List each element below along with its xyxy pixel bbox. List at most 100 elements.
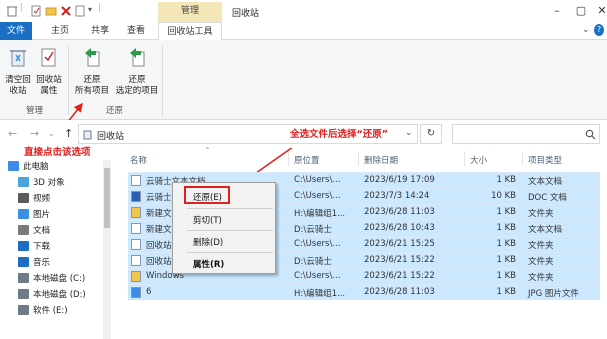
3d-objects-icon xyxy=(18,177,29,187)
column-header-type[interactable]: 项目类型 xyxy=(528,154,562,166)
context-menu-properties[interactable]: 属性(R) xyxy=(193,258,224,270)
file-date: 2023/6/28 10:43 xyxy=(364,223,435,233)
text-file-icon xyxy=(131,175,141,186)
word-file-icon xyxy=(131,191,141,202)
file-location: H:\编辑组1... xyxy=(294,289,346,299)
file-type: 文件夹 xyxy=(528,241,554,251)
file-size: 1 KB xyxy=(496,239,516,249)
pictures-icon xyxy=(18,209,29,219)
file-location: C:\Users\... xyxy=(294,239,341,249)
file-name: 6 xyxy=(146,287,152,297)
drive-icon xyxy=(18,305,29,315)
annotation-select-all-restore: 全选文件后选择“还原” xyxy=(290,129,388,140)
nav-item-label: 音乐 xyxy=(33,258,51,268)
nav-item-7[interactable]: 本地磁盘 (C:) xyxy=(18,270,85,286)
file-size: 1 KB xyxy=(496,287,516,297)
file-size: 1 KB xyxy=(496,207,516,217)
file-type: 文件夹 xyxy=(528,209,554,219)
downloads-icon xyxy=(18,241,29,251)
recent-locations-icon[interactable]: ⌄ xyxy=(48,129,55,138)
forward-button[interactable]: → xyxy=(30,127,39,140)
nav-item-label: 图片 xyxy=(33,210,51,220)
documents-icon xyxy=(18,225,29,235)
file-row[interactable]: 6 H:\编辑组1... 2023/6/28 11:03 1 KB JPG 图片文件 xyxy=(128,284,600,300)
video-icon xyxy=(18,193,29,203)
nav-item-0[interactable]: 此电脑 xyxy=(8,158,49,174)
file-location: C:\Users\... xyxy=(294,271,341,281)
nav-item-label: 下载 xyxy=(33,242,51,252)
file-type: 文件夹 xyxy=(528,257,554,267)
file-date: 2023/6/21 15:22 xyxy=(364,255,435,265)
column-header-date[interactable]: 删除日期 xyxy=(364,154,398,166)
text-file-icon xyxy=(131,255,141,266)
up-button[interactable]: ↑ xyxy=(64,127,73,140)
refresh-button[interactable]: ↻ xyxy=(420,124,442,144)
nav-item-label: 3D 对象 xyxy=(33,178,65,188)
context-menu-delete[interactable]: 删除(D) xyxy=(193,236,223,248)
nav-item-3[interactable]: 图片 xyxy=(18,206,50,222)
column-separator[interactable] xyxy=(522,152,523,166)
file-date: 2023/6/28 11:03 xyxy=(364,287,435,297)
file-type: 文本文档 xyxy=(528,177,563,187)
text-file-icon xyxy=(131,223,141,234)
drive-icon xyxy=(18,273,29,283)
nav-item-5[interactable]: 下载 xyxy=(18,238,50,254)
file-type: 文件夹 xyxy=(528,273,554,283)
nav-item-8[interactable]: 本地磁盘 (D:) xyxy=(18,286,86,302)
file-size: 1 KB xyxy=(496,271,516,281)
text-file-icon xyxy=(131,239,141,250)
nav-scrollbar-thumb[interactable] xyxy=(104,168,110,228)
file-location: H:\编辑组1... xyxy=(294,209,346,219)
nav-item-label: 本地磁盘 (C:) xyxy=(33,274,86,284)
nav-item-1[interactable]: 3D 对象 xyxy=(18,174,65,190)
file-type: DOC 文档 xyxy=(528,193,567,203)
file-size: 10 KB xyxy=(491,191,516,201)
file-location: C:\Users\... xyxy=(294,175,341,185)
music-icon xyxy=(18,257,29,267)
nav-item-label: 本地磁盘 (D:) xyxy=(33,290,86,300)
search-input[interactable] xyxy=(452,124,600,144)
address-dropdown-icon[interactable]: ⌄ xyxy=(405,128,413,138)
file-location: D:\云骑士 xyxy=(294,257,332,267)
nav-item-2[interactable]: 视频 xyxy=(18,190,50,206)
file-location: D:\云骑士 xyxy=(294,225,332,235)
file-date: 2023/7/3 14:24 xyxy=(364,191,430,201)
nav-item-label: 此电脑 xyxy=(23,162,49,172)
nav-item-4[interactable]: 文档 xyxy=(18,222,50,238)
column-separator[interactable] xyxy=(358,152,359,166)
folder-icon xyxy=(131,271,141,282)
menu-separator xyxy=(187,208,273,209)
navigation-pane: 此电脑 3D 对象视频图片文档下载音乐本地磁盘 (C:) 本地磁盘 (D:) 软件 (… xyxy=(0,158,112,339)
restore-highlight-box xyxy=(184,186,230,204)
sort-indicator-icon: ⌃ xyxy=(204,146,211,155)
nav-item-6[interactable]: 音乐 xyxy=(18,254,50,270)
file-date: 2023/6/19 17:09 xyxy=(364,175,435,185)
file-date: 2023/6/28 11:03 xyxy=(364,207,435,217)
file-size: 1 KB xyxy=(496,223,516,233)
column-header-size[interactable]: 大小 xyxy=(470,154,487,166)
file-date: 2023/6/21 15:25 xyxy=(364,239,435,249)
back-button[interactable]: ← xyxy=(8,127,17,140)
nav-item-label: 软件 (E:) xyxy=(33,306,68,316)
search-icon xyxy=(585,129,596,140)
column-separator[interactable] xyxy=(288,152,289,166)
nav-item-9[interactable]: 软件 (E:) xyxy=(18,302,68,318)
context-menu-cut[interactable]: 剪切(T) xyxy=(193,214,222,226)
folder-icon xyxy=(131,207,141,218)
recycle-bin-small-icon xyxy=(83,130,92,140)
file-type: JPG 图片文件 xyxy=(528,289,579,299)
column-header-location[interactable]: 原位置 xyxy=(294,154,320,166)
menu-separator xyxy=(187,230,273,231)
column-header-name[interactable]: 名称 xyxy=(130,154,147,166)
address-path: 回收站 xyxy=(97,132,125,142)
file-date: 2023/6/21 15:22 xyxy=(364,271,435,281)
drive-icon xyxy=(18,289,29,299)
nav-item-label: 文档 xyxy=(33,226,51,236)
nav-item-label: 视频 xyxy=(33,194,51,204)
menu-separator xyxy=(187,252,273,253)
file-size: 1 KB xyxy=(496,255,516,265)
file-location: C:\Users\... xyxy=(294,191,341,201)
annotation-click-option: 直接点击该选项 xyxy=(24,147,91,158)
column-separator[interactable] xyxy=(464,152,465,166)
pc-icon xyxy=(8,161,19,171)
